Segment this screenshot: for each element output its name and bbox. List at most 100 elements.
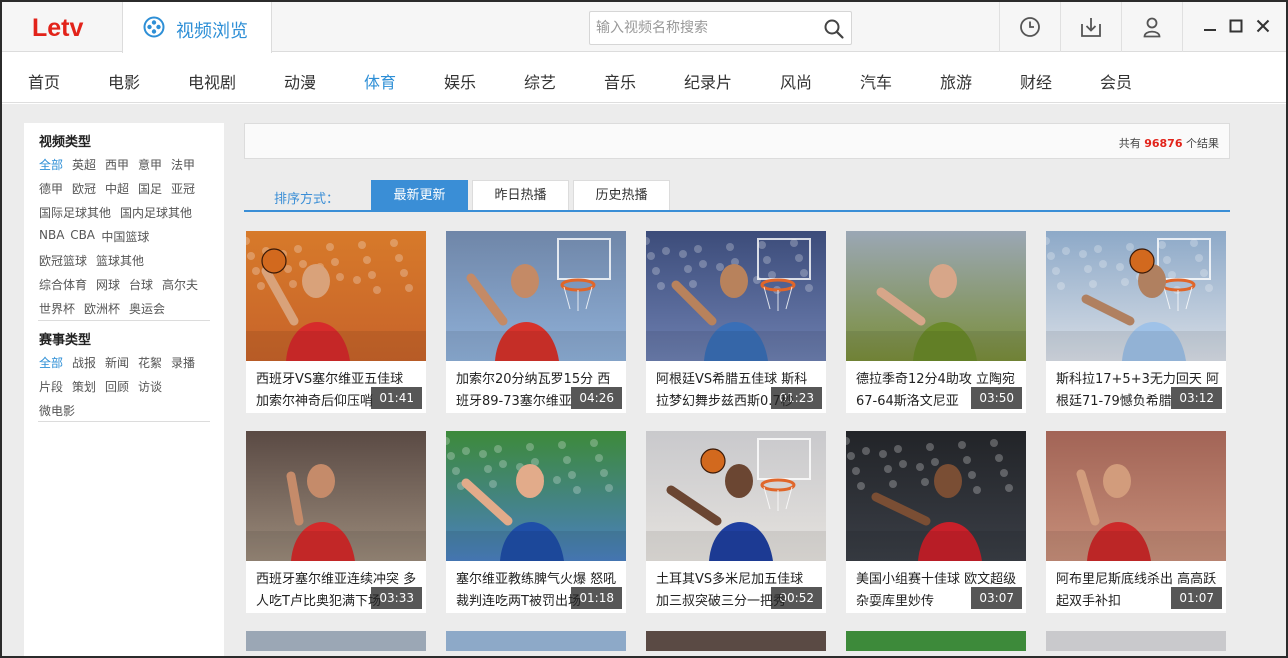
search-input[interactable] xyxy=(590,12,815,44)
video-card[interactable]: 04:26 加索尔20分纳瓦罗15分 西班牙89-73塞尔维亚 xyxy=(446,231,626,413)
nav-item[interactable]: 纪录片 xyxy=(684,69,732,93)
filter-tag[interactable]: 访谈 xyxy=(138,378,162,395)
video-card[interactable]: 01:41 西班牙VS塞尔维亚五佳球 加索尔神奇后仰压哨 xyxy=(246,231,426,413)
filter-tag[interactable]: 回顾 xyxy=(105,378,129,395)
video-card[interactable]: 01:07 阿布里尼斯底线杀出 高高跃起双手补扣 xyxy=(1046,431,1226,613)
video-title[interactable]: 西班牙VS塞尔维亚五佳球 加索尔神奇后仰压哨 xyxy=(256,369,420,413)
video-thumbnail[interactable] xyxy=(446,231,626,361)
filter-tag[interactable]: 国足 xyxy=(138,180,162,197)
video-card-partial[interactable] xyxy=(246,631,426,651)
video-thumbnail[interactable] xyxy=(846,231,1026,361)
nav-item[interactable]: 旅游 xyxy=(940,69,972,93)
filter-tag[interactable]: 欧洲杯 xyxy=(84,300,120,317)
filter-tag[interactable]: 中国篮球 xyxy=(101,228,149,245)
sort-tab[interactable]: 最新更新 xyxy=(371,180,468,210)
video-thumbnail[interactable] xyxy=(846,431,1026,561)
filter-tag[interactable]: 战报 xyxy=(72,354,96,371)
nav-item[interactable]: 综艺 xyxy=(524,69,556,93)
filter-tag[interactable]: CBA xyxy=(70,228,95,242)
filter-tag[interactable]: 综合体育 xyxy=(39,276,87,293)
filter-tag[interactable]: 欧冠篮球 xyxy=(39,252,87,269)
video-title[interactable]: 西班牙塞尔维亚连续冲突 多人吃T卢比奥犯满下场 xyxy=(256,569,420,613)
filter-tag[interactable]: 德甲 xyxy=(39,180,63,197)
download-button[interactable] xyxy=(1060,2,1120,52)
video-title[interactable]: 土耳其VS多米尼加五佳球 加三叔突破三分一把秀 xyxy=(656,569,820,613)
filter-tag[interactable]: 花絮 xyxy=(138,354,162,371)
video-title[interactable]: 塞尔维亚教练脾气火爆 怒吼裁判连吃两T被罚出场 xyxy=(456,569,620,613)
filter-tag[interactable]: 新闻 xyxy=(105,354,129,371)
nav-item[interactable]: 会员 xyxy=(1100,69,1132,93)
video-title[interactable]: 美国小组赛十佳球 欧文超级杂耍库里妙传 xyxy=(856,569,1020,613)
nav-item[interactable]: 体育 xyxy=(364,69,396,93)
video-thumbnail[interactable] xyxy=(646,231,826,361)
video-card-partial[interactable] xyxy=(846,631,1026,651)
video-card[interactable]: 03:50 德拉季奇12分4助攻 立陶宛67-64斯洛文尼亚 xyxy=(846,231,1026,413)
result-suffix: 个结果 xyxy=(1186,137,1219,150)
nav-item[interactable]: 电视剧 xyxy=(188,69,236,93)
video-card-partial[interactable] xyxy=(1046,631,1226,651)
filter-tag[interactable]: 世界杯 xyxy=(39,300,75,317)
video-card[interactable]: 03:12 斯科拉17+5+3无力回天 阿根廷71-79憾负希腊 xyxy=(1046,231,1226,413)
video-thumbnail[interactable] xyxy=(646,431,826,561)
filter-tag[interactable]: 亚冠 xyxy=(171,180,195,197)
search-icon[interactable] xyxy=(823,18,845,40)
filter-tag[interactable]: 中超 xyxy=(105,180,129,197)
video-title[interactable]: 加索尔20分纳瓦罗15分 西班牙89-73塞尔维亚 xyxy=(456,369,620,413)
filter-tag[interactable]: 台球 xyxy=(129,276,153,293)
video-card[interactable]: 01:23 阿根廷VS希腊五佳球 斯科拉梦幻舞步兹西斯0.7秒 xyxy=(646,231,826,413)
video-title[interactable]: 德拉季奇12分4助攻 立陶宛67-64斯洛文尼亚 xyxy=(856,369,1020,413)
filter-tag[interactable]: 网球 xyxy=(96,276,120,293)
nav-item[interactable]: 电影 xyxy=(108,69,140,93)
filter-tag[interactable]: 国际足球其他 xyxy=(39,204,111,221)
filter-tag[interactable]: 全部 xyxy=(39,354,63,371)
filter-tag[interactable]: 法甲 xyxy=(171,156,195,173)
video-title[interactable]: 斯科拉17+5+3无力回天 阿根廷71-79憾负希腊 xyxy=(1056,369,1220,413)
filter-tag[interactable]: 国内足球其他 xyxy=(120,204,192,221)
video-card[interactable]: 01:18 塞尔维亚教练脾气火爆 怒吼裁判连吃两T被罚出场 xyxy=(446,431,626,613)
nav-item[interactable]: 动漫 xyxy=(284,69,316,93)
filter-tag[interactable]: 意甲 xyxy=(138,156,162,173)
filter-tag[interactable]: 全部 xyxy=(39,156,63,173)
filter-tag[interactable]: 录播 xyxy=(171,354,195,371)
filter-tag[interactable]: 片段 xyxy=(39,378,63,395)
user-button[interactable] xyxy=(1121,2,1181,52)
filter-tag[interactable]: 篮球其他 xyxy=(96,252,144,269)
sort-tab[interactable]: 昨日热播 xyxy=(472,180,569,210)
history-button[interactable] xyxy=(999,2,1059,52)
tab-video-browse[interactable]: 视频浏览 xyxy=(122,2,272,53)
nav-item[interactable]: 汽车 xyxy=(860,69,892,93)
video-thumbnail[interactable] xyxy=(1046,231,1226,361)
filter-tag[interactable]: 西甲 xyxy=(105,156,129,173)
filter-tag[interactable]: 策划 xyxy=(72,378,96,395)
sort-tab[interactable]: 历史热播 xyxy=(573,180,670,210)
nav-item[interactable]: 财经 xyxy=(1020,69,1052,93)
nav-item[interactable]: 首页 xyxy=(28,69,60,93)
video-thumbnail[interactable] xyxy=(246,231,426,361)
filter-tag[interactable]: 奥运会 xyxy=(129,300,165,317)
nav-item[interactable]: 音乐 xyxy=(604,69,636,93)
video-thumbnail[interactable] xyxy=(1046,431,1226,561)
filter-tag[interactable]: 高尔夫 xyxy=(162,276,198,293)
filter-tag[interactable]: 微电影 xyxy=(39,402,75,419)
video-thumbnail[interactable] xyxy=(446,431,626,561)
nav-item[interactable]: 风尚 xyxy=(780,69,812,93)
video-thumbnail[interactable] xyxy=(246,431,426,561)
video-card-partial[interactable] xyxy=(646,631,826,651)
video-title[interactable]: 阿根廷VS希腊五佳球 斯科拉梦幻舞步兹西斯0.7秒 xyxy=(656,369,820,413)
minimize-button[interactable] xyxy=(1200,16,1220,36)
video-title[interactable]: 阿布里尼斯底线杀出 高高跃起双手补扣 xyxy=(1056,569,1220,613)
main-panel: 共有 96876 个结果 排序方式： 最新更新 昨日热播 历史热播 01:41 西班… xyxy=(244,123,1230,656)
filter-tag[interactable]: NBA xyxy=(39,228,64,242)
video-card[interactable]: 00:52 土耳其VS多米尼加五佳球 加三叔突破三分一把秀 xyxy=(646,431,826,613)
filter-tag[interactable]: 欧冠 xyxy=(72,180,96,197)
video-card-partial[interactable] xyxy=(446,631,626,651)
video-card[interactable]: 03:33 西班牙塞尔维亚连续冲突 多人吃T卢比奥犯满下场 xyxy=(246,431,426,613)
maximize-button[interactable] xyxy=(1226,16,1246,36)
video-card[interactable]: 03:07 美国小组赛十佳球 欧文超级杂耍库里妙传 xyxy=(846,431,1026,613)
nav-item[interactable]: 娱乐 xyxy=(444,69,476,93)
category-nav: 首页 电影 电视剧 动漫 体育 娱乐 综艺 音乐 纪录片 风尚 汽车 旅游 财经 会员 xyxy=(2,53,1286,103)
close-button[interactable] xyxy=(1253,16,1273,36)
filter-tag[interactable]: 英超 xyxy=(72,156,96,173)
letv-logo[interactable]: Letv xyxy=(32,14,83,43)
minimize-icon xyxy=(1204,29,1216,31)
